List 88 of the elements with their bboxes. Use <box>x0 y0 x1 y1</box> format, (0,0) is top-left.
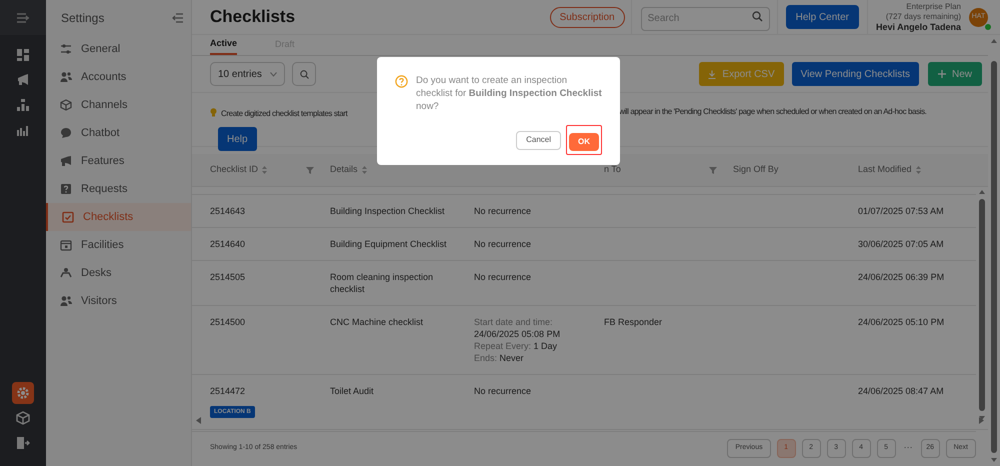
hierarchy-icon <box>16 98 30 112</box>
settings-nav-item[interactable]: Visitors <box>46 287 191 315</box>
table-cell-text: No recurrence <box>474 205 532 217</box>
plus-icon <box>938 70 946 78</box>
settings-nav-item[interactable]: Chatbot <box>46 119 191 147</box>
table-cell-text: 30/06/2025 07:05 AM <box>858 238 945 250</box>
help-button[interactable]: Help <box>218 127 257 151</box>
scroll-left-icon <box>196 417 201 424</box>
column-header[interactable]: n To <box>604 163 621 177</box>
collapse-icon <box>172 12 184 22</box>
table-cell-text: 24/06/2025 06:39 PM <box>858 271 946 283</box>
table-cell-text: FB Responder <box>604 316 664 328</box>
cancel-button[interactable]: Cancel <box>516 130 561 150</box>
logout-icon <box>16 436 30 450</box>
lightbulb-icon <box>210 108 217 116</box>
column-header[interactable]: Checklist ID <box>210 163 258 177</box>
pagination-ellipsis: ··· <box>902 441 914 454</box>
cube-icon <box>16 411 30 425</box>
table-cell-text: 24/06/2025 08:47 AM <box>858 385 945 397</box>
column-header[interactable]: Sign Off By <box>733 163 778 177</box>
settings-nav-item[interactable]: Channels <box>46 91 191 119</box>
question-icon <box>60 183 72 195</box>
checklist-icon <box>62 211 74 223</box>
megaphone-icon <box>16 73 30 87</box>
user-name: Hevi Angelo Tadena <box>876 22 961 32</box>
table-cell-text: Repeat Every: 1 Day <box>474 340 558 352</box>
table-cell-text: 01/07/2025 07:53 AM <box>858 205 945 217</box>
menu-icon <box>16 12 30 24</box>
desk-icon <box>60 267 72 279</box>
subscription-button[interactable]: Subscription <box>550 6 625 28</box>
chevron-down-icon <box>270 72 277 76</box>
table-cell-text: 2514505 <box>210 271 246 283</box>
dialog-message: Do you want to create an inspection checklist for Building Inspection Checklist now? <box>416 74 602 113</box>
new-button[interactable]: New <box>928 62 982 86</box>
panel-title: Settings <box>61 10 104 26</box>
table-cell-text: 2514643 <box>210 205 246 217</box>
table-cell-text: Start date and time: <box>474 316 554 328</box>
question-icon <box>395 75 408 88</box>
table-cell-text: 2514640 <box>210 238 246 250</box>
ok-button[interactable]: OK <box>569 133 599 151</box>
calendar-icon <box>60 239 72 251</box>
search-icon <box>300 70 308 78</box>
rail-button[interactable] <box>12 382 34 404</box>
table-cell-text: 2514500 <box>210 316 246 328</box>
settings-nav-item[interactable]: Features <box>46 147 191 175</box>
column-header[interactable]: Details <box>330 163 358 177</box>
sliders-icon <box>60 43 72 55</box>
users-icon <box>60 71 72 83</box>
table-cell-text: Building Inspection Checklist <box>330 205 446 217</box>
settings-nav-item[interactable]: Facilities <box>46 231 191 259</box>
table-cell-text: No recurrence <box>474 385 532 397</box>
search-field[interactable]: Search <box>640 6 770 30</box>
days-remaining: (727 days remaining) <box>886 12 961 22</box>
table-cell-text: 24/06/2025 05:10 PM <box>858 316 946 328</box>
settings-icon <box>16 386 30 400</box>
plan-label: Enterprise Plan <box>906 2 961 12</box>
view-pending-button[interactable]: View Pending Checklists <box>792 62 919 86</box>
entries-select[interactable]: 10 entries <box>210 62 285 86</box>
table-cell-text: 2514472 <box>210 385 246 397</box>
tab[interactable]: Active <box>210 34 238 55</box>
search-icon <box>752 11 763 22</box>
table-cell-text: Toilet Audit <box>330 385 375 397</box>
settings-nav-item[interactable]: Desks <box>46 259 191 287</box>
collapse-button[interactable] <box>171 10 185 24</box>
table-cell-text: CNC Machine checklist <box>330 316 424 328</box>
table-cell-text: Ends: Never <box>474 352 525 364</box>
table-cell-text: No recurrence <box>474 271 532 283</box>
settings-nav-item[interactable]: Requests <box>46 175 191 203</box>
bar-chart-icon <box>16 123 30 137</box>
users-icon <box>60 295 72 307</box>
help-center-button[interactable]: Help Center <box>786 5 859 29</box>
settings-nav-item[interactable]: General <box>46 35 191 63</box>
cube-icon <box>60 99 72 111</box>
column-header[interactable]: Last Modified <box>858 163 912 177</box>
settings-nav-item[interactable]: Checklists <box>46 203 191 231</box>
page-title: Checklists <box>210 6 296 28</box>
table-cell-text: Building Equipment Checklist <box>330 238 448 250</box>
table-cell-text: Room cleaning inspection checklist <box>330 271 434 295</box>
table-cell-text: No recurrence <box>474 238 532 250</box>
scroll-right-icon <box>979 417 984 424</box>
settings-nav-item[interactable]: Accounts <box>46 63 191 91</box>
chat-icon <box>60 127 72 139</box>
search-button[interactable] <box>292 62 316 86</box>
table-cell-text: 24/06/2025 05:08 PM <box>474 328 562 340</box>
info-text: Create digitized checklist templates start <box>221 109 348 118</box>
dashboard-icon <box>16 48 30 62</box>
megaphone-icon <box>60 155 72 167</box>
download-icon <box>708 70 716 78</box>
